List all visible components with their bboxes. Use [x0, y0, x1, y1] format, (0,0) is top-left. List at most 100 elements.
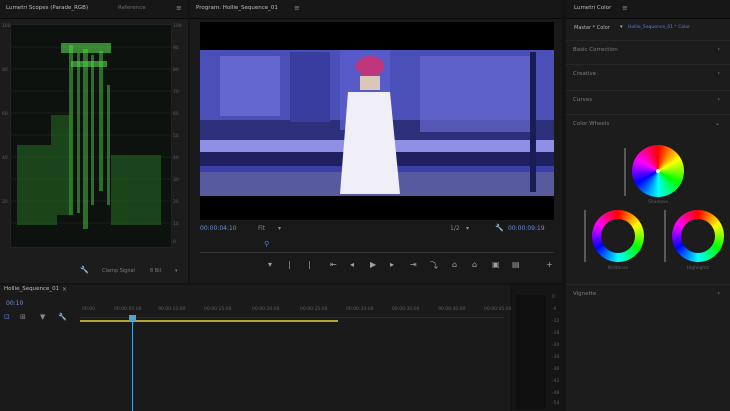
insert-icon[interactable]: ⤵ — [430, 260, 438, 271]
mark-out-icon[interactable]: | — [288, 260, 291, 269]
ruler-label: 00:00:20:00 — [252, 307, 280, 312]
sequence-tab[interactable]: Hollie_Sequence_01 — [4, 286, 59, 292]
scale-label: 50 — [173, 134, 179, 139]
ruler-label: 00:00:25:00 — [300, 307, 328, 312]
program-monitor-panel: Program: Hollie_Sequence_01 ≡ 00:00:04:1… — [190, 0, 562, 283]
wheel-center[interactable] — [656, 169, 660, 173]
scopes-panel: Lumetri Scopes (Parade_RGB) Reference ≡ — [0, 0, 188, 283]
timeline-panel: Hollie_Sequence_01 ✕ 00:10 ⊡ ⊞ ▼ 🔧 00:00… — [0, 285, 511, 411]
clip-selector-row: Master * Color ▾ Hollie_Sequence_01 * Co… — [566, 22, 730, 34]
scale-label: 90 — [173, 46, 179, 51]
timeline-tabbar: Hollie_Sequence_01 ✕ — [0, 285, 510, 297]
export-frame-icon[interactable]: ▣ — [492, 260, 500, 269]
ruler-label: 00:00:15:00 — [204, 307, 232, 312]
section-color-wheels[interactable]: Color Wheels ⌄ — [566, 114, 730, 135]
chevron-down-icon[interactable]: ▾ — [620, 24, 623, 30]
menu-icon[interactable]: ≡ — [622, 4, 628, 12]
reference-tab[interactable]: Reference — [118, 5, 146, 11]
lumetri-tab[interactable]: Lumetri Color — [574, 5, 611, 11]
marker-icon[interactable]: ▼ — [40, 313, 45, 321]
close-icon[interactable]: ✕ — [62, 286, 67, 293]
scale-label: 100 — [173, 24, 182, 29]
scale-label: 80 — [2, 68, 8, 73]
section-creative[interactable]: Creative › — [566, 64, 730, 85]
chevron-down-icon[interactable]: ▾ — [175, 268, 178, 274]
meter-label: -30 — [552, 355, 560, 360]
highlights-color-wheel[interactable] — [672, 210, 724, 262]
section-label: Color Wheels — [573, 121, 610, 127]
wheel-label: Highlights — [686, 266, 710, 271]
scale-label: 40 — [173, 156, 179, 161]
fit-select[interactable]: Fit — [258, 225, 265, 232]
ruler-label: 00:00:45:00 — [484, 307, 512, 312]
master-clip-select[interactable]: Master * Color — [574, 25, 610, 31]
time-ruler[interactable]: 00:00 00:00:05:00 00:00:10:00 00:00:15:0… — [80, 303, 511, 318]
ruler-label: 00:00:05:00 — [114, 307, 142, 312]
scopes-tab[interactable]: Lumetri Scopes (Parade_RGB) — [6, 5, 88, 11]
chevron-down-icon[interactable]: ▾ — [278, 225, 281, 232]
ruler-label: 00:00:40:00 — [438, 307, 466, 312]
playhead-timecode[interactable]: 00:00:04:10 — [200, 225, 237, 232]
mini-timeline[interactable] — [200, 252, 554, 253]
shadows-color-wheel[interactable] — [632, 145, 684, 197]
snap-icon[interactable]: ⊡ — [4, 313, 10, 321]
overwrite-icon[interactable]: ⌂ — [452, 260, 457, 269]
chevron-icon: › — [717, 290, 720, 297]
section-label: Basic Correction — [573, 47, 618, 53]
step-forward-icon[interactable]: ▸ — [390, 260, 394, 269]
wrench-icon[interactable]: 🔧 — [58, 313, 67, 321]
timeline-timecode[interactable]: 00:10 — [6, 300, 23, 307]
meter-label: -18 — [552, 331, 560, 336]
playhead-handle[interactable] — [129, 315, 136, 321]
program-tab[interactable]: Program: Hollie_Sequence_01 — [196, 5, 278, 11]
clip-label[interactable]: Hollie_Sequence_01 * Color — [628, 25, 690, 30]
bit-depth-select[interactable]: 8 Bit — [150, 268, 162, 274]
midtones-slider[interactable] — [584, 210, 586, 262]
audio-meters-panel: 0 -6 -12 -18 -24 -30 -36 -42 -48 -54 — [512, 285, 562, 411]
wrench-icon[interactable]: 🔧 — [80, 266, 89, 274]
section-label: Curves — [573, 97, 593, 103]
section-vignette[interactable]: Vignette › — [566, 284, 730, 305]
lumetri-color-panel: Lumetri Color ≡ Master * Color ▾ Hollie_… — [566, 0, 730, 411]
section-curves[interactable]: Curves › — [566, 90, 730, 111]
go-to-in-icon[interactable]: | — [308, 260, 311, 269]
chevron-down-icon[interactable]: ▾ — [466, 225, 469, 232]
scale-label: 80 — [173, 68, 179, 73]
duration-timecode: 00:00:09:19 — [508, 225, 545, 232]
go-to-out-icon[interactable]: ⇥ — [410, 260, 417, 269]
meter-label: -48 — [552, 391, 560, 396]
menu-icon[interactable]: ≡ — [294, 4, 300, 12]
section-basic-correction[interactable]: Basic Correction › — [566, 40, 730, 61]
scale-label: 20 — [173, 200, 179, 205]
wheel-label: Midtones — [607, 266, 629, 271]
step-back-frame-icon[interactable]: ◂ — [350, 260, 354, 269]
scale-label: 60 — [173, 112, 179, 117]
play-icon[interactable]: ▶ — [370, 260, 376, 269]
clamp-signal-label[interactable]: Clamp Signal — [102, 268, 135, 274]
meter-label: -36 — [552, 367, 560, 372]
scopes-tabbar: Lumetri Scopes (Parade_RGB) Reference ≡ — [0, 0, 188, 19]
add-icon[interactable]: + — [546, 260, 553, 269]
chevron-icon: › — [717, 46, 720, 53]
zoom-magnifier-icon[interactable]: ⚲ — [264, 240, 269, 248]
scale-label: 40 — [2, 156, 8, 161]
ruler-label: 00:00 — [82, 307, 95, 312]
extract-icon[interactable]: ▤ — [512, 260, 520, 269]
meter-bar — [516, 295, 546, 409]
scale-label: 0 — [173, 240, 176, 245]
chevron-icon: › — [717, 70, 720, 77]
linked-icon[interactable]: ⊞ — [20, 313, 26, 321]
highlights-slider[interactable] — [664, 210, 666, 262]
mark-in-icon[interactable]: ▾ — [268, 260, 272, 269]
shadows-slider[interactable] — [624, 148, 626, 196]
lift-icon[interactable]: ⌂ — [472, 260, 477, 269]
menu-icon[interactable]: ≡ — [176, 4, 182, 12]
wheel-inner — [601, 219, 635, 253]
wrench-icon[interactable]: 🔧 — [495, 224, 504, 232]
midtones-color-wheel[interactable] — [592, 210, 644, 262]
step-back-icon[interactable]: ⇤ — [330, 260, 337, 269]
video-image — [200, 50, 554, 196]
resolution-select[interactable]: 1/2 — [450, 225, 460, 232]
ruler-label: 00:00:35:00 — [392, 307, 420, 312]
work-area-bar[interactable] — [80, 320, 338, 322]
